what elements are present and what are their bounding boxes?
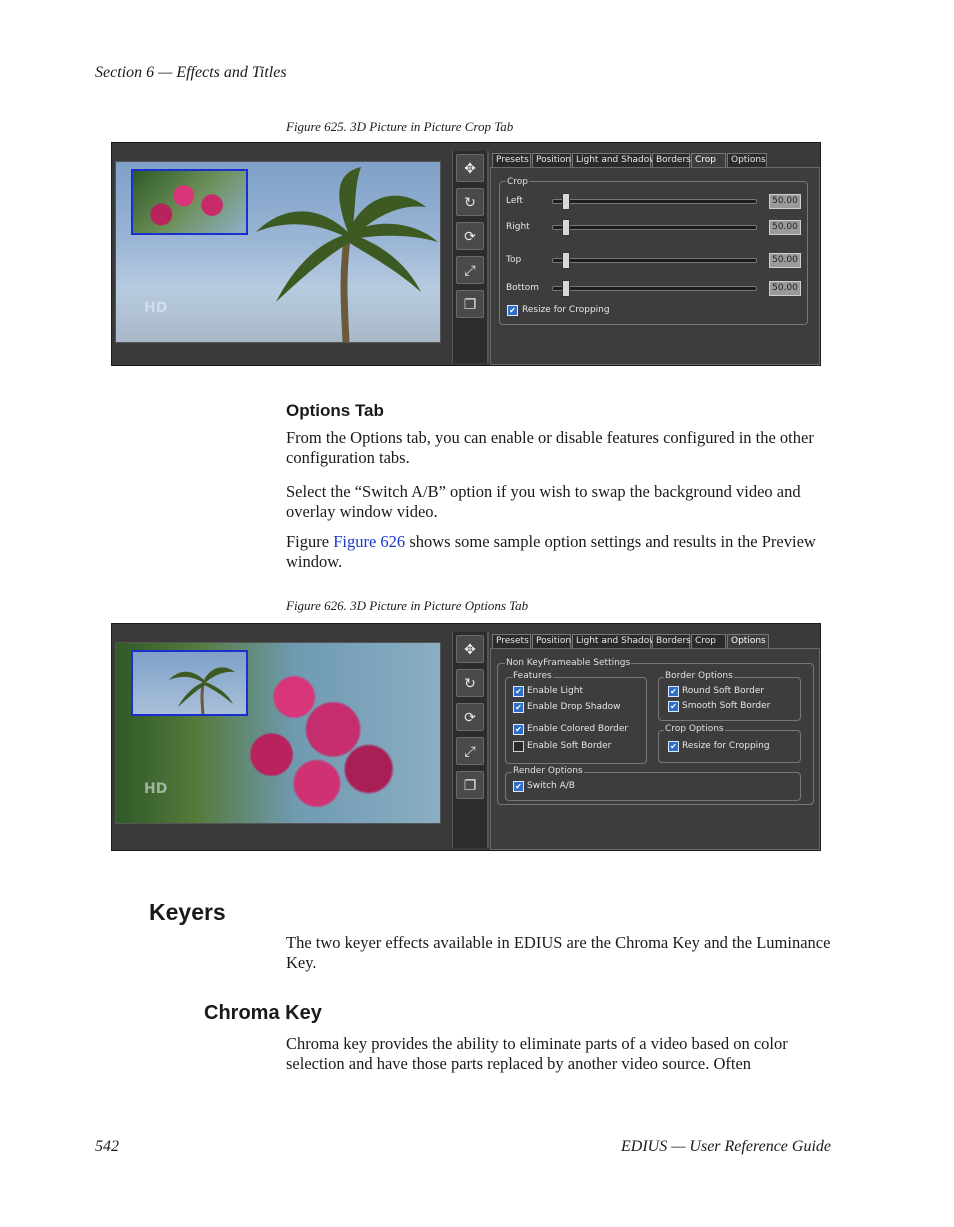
slider-track-bottom[interactable] <box>552 286 757 291</box>
enable-soft-border-checkbox[interactable] <box>513 741 524 752</box>
palm-tree-image <box>169 667 235 714</box>
tab-bar: Presets Position Light and Shadow Border… <box>492 153 812 168</box>
preview-window[interactable]: HD <box>115 161 441 343</box>
footer-guide-title: EDIUS — User Reference Guide <box>620 1138 831 1155</box>
enable-soft-border-label: Enable Soft Border <box>527 741 612 751</box>
value-field-bottom[interactable]: 50.00 <box>769 281 801 296</box>
running-header: Section 6 — Effects and Titles <box>95 64 287 81</box>
switch-ab-checkbox[interactable]: ✔ <box>513 781 524 792</box>
slider-thumb-top[interactable] <box>562 252 570 269</box>
tab-borders[interactable]: Borders <box>652 153 691 167</box>
figure-626-panel: HD ✥ ↻ ⟳ ⤢ ❐ Presets Position Light and … <box>111 623 821 851</box>
options-tab-heading: Options Tab <box>286 401 384 420</box>
crop-group-label: Crop <box>506 177 530 187</box>
keyers-para: The two keyer effects available in EDIUS… <box>286 933 831 972</box>
rotate-icon[interactable]: ↻ <box>456 669 484 697</box>
resize-for-cropping-checkbox[interactable]: ✔ <box>668 741 679 752</box>
tab-light-and-shadow[interactable]: Light and Shadow <box>572 634 657 648</box>
slider-label-top: Top <box>506 255 522 265</box>
tab-presets[interactable]: Presets <box>492 634 531 648</box>
slider-label-left: Left <box>506 196 523 206</box>
spin-icon[interactable]: ⟳ <box>456 703 484 731</box>
scale-icon[interactable]: ⤢ <box>456 256 484 284</box>
chroma-key-para: Chroma key provides the ability to elimi… <box>286 1034 788 1073</box>
resize-for-cropping-label: Resize for Cropping <box>682 741 770 751</box>
options-tab-para-2: Select the “Switch A/B” option if you wi… <box>286 482 801 521</box>
para-3-prefix: Figure <box>286 532 334 551</box>
tab-crop[interactable]: Crop <box>691 153 726 168</box>
shadow-icon[interactable]: ❐ <box>456 771 484 799</box>
switch-ab-label: Switch A/B <box>527 781 575 791</box>
rotate-icon[interactable]: ↻ <box>456 188 484 216</box>
value-field-top[interactable]: 50.00 <box>769 253 801 268</box>
smooth-soft-border-label: Smooth Soft Border <box>682 701 771 711</box>
figure-625-caption: Figure 625. 3D Picture in Picture Crop T… <box>286 119 514 134</box>
enable-drop-shadow-label: Enable Drop Shadow <box>527 702 621 712</box>
tab-crop[interactable]: Crop <box>691 634 726 648</box>
figure-625-panel: HD ✥ ↻ ⟳ ⤢ ❐ Presets Position Light and … <box>111 142 821 366</box>
smooth-soft-border-checkbox[interactable]: ✔ <box>668 701 679 712</box>
tab-position[interactable]: Position <box>532 153 571 167</box>
value-field-left[interactable]: 50.00 <box>769 194 801 209</box>
pip-overlay-window[interactable] <box>131 650 248 716</box>
border-options-group <box>658 677 801 721</box>
tab-options[interactable]: Options <box>727 153 767 167</box>
keyers-heading: Keyers <box>149 899 226 925</box>
tab-light-and-shadow[interactable]: Light and Shadow <box>572 153 657 167</box>
tab-bar: Presets Position Light and Shadow Border… <box>492 634 812 649</box>
features-label: Features <box>512 671 553 681</box>
slider-thumb-bottom[interactable] <box>562 280 570 297</box>
options-tab-para-1: From the Options tab, you can enable or … <box>286 428 814 467</box>
enable-light-label: Enable Light <box>527 686 583 696</box>
tab-presets[interactable]: Presets <box>492 153 531 167</box>
options-tab-para-3: Figure Figure 626 shows some sample opti… <box>286 532 834 572</box>
options-tab-body: Non KeyFrameable Settings Features ✔ Ena… <box>490 648 820 850</box>
crop-options-label: Crop Options <box>664 724 725 734</box>
pip-overlay-window[interactable] <box>131 169 248 235</box>
page-number: 542 <box>95 1138 119 1155</box>
enable-colored-border-checkbox[interactable]: ✔ <box>513 724 524 735</box>
crop-tab-body: Crop Left 50.00 Right 50.00 Top 50.00 Bo… <box>490 167 820 365</box>
tab-borders[interactable]: Borders <box>652 634 691 648</box>
slider-label-right: Right <box>506 222 530 232</box>
resize-for-cropping-label: Resize for Cropping <box>522 305 610 315</box>
render-options-label: Render Options <box>512 766 584 776</box>
slider-label-bottom: Bottom <box>506 283 540 293</box>
round-soft-border-label: Round Soft Border <box>682 686 765 696</box>
enable-drop-shadow-checkbox[interactable]: ✔ <box>513 702 524 713</box>
chroma-key-heading: Chroma Key <box>204 1002 322 1024</box>
tool-strip: ✥ ↻ ⟳ ⤢ ❐ <box>452 151 489 363</box>
slider-thumb-right[interactable] <box>562 219 570 236</box>
enable-light-checkbox[interactable]: ✔ <box>513 686 524 697</box>
round-soft-border-checkbox[interactable]: ✔ <box>668 686 679 697</box>
hd-logo: HD <box>144 781 168 797</box>
tool-strip: ✥ ↻ ⟳ ⤢ ❐ <box>452 632 489 848</box>
preview-window[interactable]: HD <box>115 642 441 824</box>
figure-626-caption: Figure 626. 3D Picture in Picture Option… <box>286 598 529 613</box>
border-options-label: Border Options <box>664 671 734 681</box>
resize-for-cropping-checkbox[interactable]: ✔ <box>507 305 518 316</box>
tab-position[interactable]: Position <box>532 634 571 648</box>
enable-colored-border-label: Enable Colored Border <box>527 724 629 734</box>
hd-logo: HD <box>144 300 168 316</box>
shadow-icon[interactable]: ❐ <box>456 290 484 318</box>
tab-options[interactable]: Options <box>727 634 769 649</box>
scale-icon[interactable]: ⤢ <box>456 737 484 765</box>
value-field-right[interactable]: 50.00 <box>769 220 801 235</box>
slider-track-top[interactable] <box>552 258 757 263</box>
non-keyframeable-label: Non KeyFrameable Settings <box>505 658 632 668</box>
slider-track-right[interactable] <box>552 225 757 230</box>
figure-626-link[interactable]: Figure 626 <box>333 532 405 551</box>
move-icon[interactable]: ✥ <box>456 154 484 182</box>
spin-icon[interactable]: ⟳ <box>456 222 484 250</box>
move-icon[interactable]: ✥ <box>456 635 484 663</box>
slider-track-left[interactable] <box>552 199 757 204</box>
slider-thumb-left[interactable] <box>562 193 570 210</box>
